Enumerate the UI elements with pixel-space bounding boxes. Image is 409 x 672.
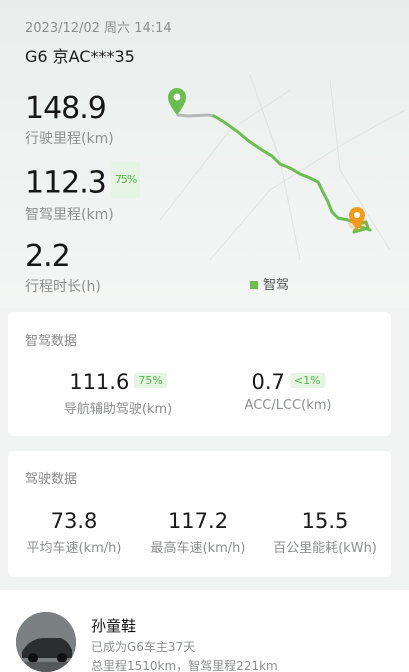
vehicle-plate: G6 京AC***35 (25, 47, 135, 66)
smart-distance-pct: 75% (110, 162, 141, 198)
owner-since: 已成为G6车主37天 (91, 640, 196, 654)
smart-drive-card: 智驾数据 111.6 75% 导航辅助驾驶(km) 0.7 <1% ACC/LCC(… (8, 312, 391, 436)
start-pin-icon (168, 88, 186, 115)
nav-assist-row: 111.6 75% (53, 370, 183, 394)
owner-name: 孙童鞋 (91, 617, 137, 635)
smart-distance-row: 112.3 75% (25, 162, 141, 202)
avg-speed-metric: 73.8 平均车速(km/h) (18, 509, 130, 556)
smart-drive-title: 智驾数据 (25, 334, 78, 349)
energy-value: 15.5 (301, 509, 349, 533)
distance-stat: 148.9 行驶里程(km) (25, 92, 114, 148)
acc-pct: <1% (289, 372, 325, 388)
route-gray-segment (176, 113, 216, 118)
owner-section[interactable]: 孙童鞋 已成为G6车主37天 总里程1510km，智驾里程221km (0, 590, 409, 672)
end-pin-icon (348, 207, 366, 231)
owner-totals: 总里程1510km，智驾里程221km (91, 659, 278, 672)
acc-label: ACC/LCC(km) (244, 398, 332, 413)
acc-row: 0.7 <1% (228, 370, 348, 394)
map-background-roads (159, 74, 406, 261)
car-avatar-icon (16, 612, 76, 672)
map-legend: 智驾 (250, 274, 289, 293)
smart-distance-value: 112.3 (25, 165, 107, 201)
energy-metric: 15.5 百公里能耗(kWh) (266, 509, 384, 556)
avg-speed-label: 平均车速(km/h) (26, 541, 122, 556)
max-speed-label: 最高车速(km/h) (150, 541, 246, 556)
route-line (212, 114, 372, 234)
trip-summary-panel: 2023/12/02 周六 14:14 G6 京AC***35 148.9 行驶… (0, 0, 409, 308)
duration-value: 2.2 (25, 239, 71, 274)
max-speed-value: 117.2 (167, 509, 229, 533)
nav-assist-metric: 111.6 75% 导航辅助驾驶(km) (53, 370, 183, 417)
nav-assist-value: 111.6 (69, 370, 130, 394)
nav-assist-label: 导航辅助驾驶(km) (63, 402, 173, 417)
route-map[interactable] (150, 70, 409, 270)
energy-label: 百公里能耗(kWh) (273, 541, 377, 556)
avatar[interactable] (16, 612, 76, 672)
max-speed-metric: 117.2 最高车速(km/h) (142, 509, 254, 556)
nav-assist-pct: 75% (134, 372, 167, 388)
driving-data-card: 驾驶数据 73.8 平均车速(km/h) 117.2 最高车速(km/h) 15… (8, 451, 391, 577)
trip-datetime: 2023/12/02 周六 14:14 (25, 21, 172, 36)
distance-label: 行驶里程(km) (25, 131, 114, 147)
legend-label: 智驾 (263, 278, 290, 293)
acc-value: 0.7 (251, 370, 285, 394)
avg-speed-value: 73.8 (50, 509, 98, 533)
distance-value: 148.9 (25, 91, 107, 126)
smart-distance-stat: 112.3 75% 智驾里程(km) (25, 162, 141, 224)
smart-distance-label: 智驾里程(km) (25, 207, 114, 223)
duration-label: 行程时长(h) (25, 279, 101, 295)
driving-data-title: 驾驶数据 (25, 472, 78, 487)
acc-metric: 0.7 <1% ACC/LCC(km) (228, 370, 348, 413)
duration-stat: 2.2 行程时长(h) (25, 240, 101, 296)
legend-swatch-icon (250, 281, 258, 289)
